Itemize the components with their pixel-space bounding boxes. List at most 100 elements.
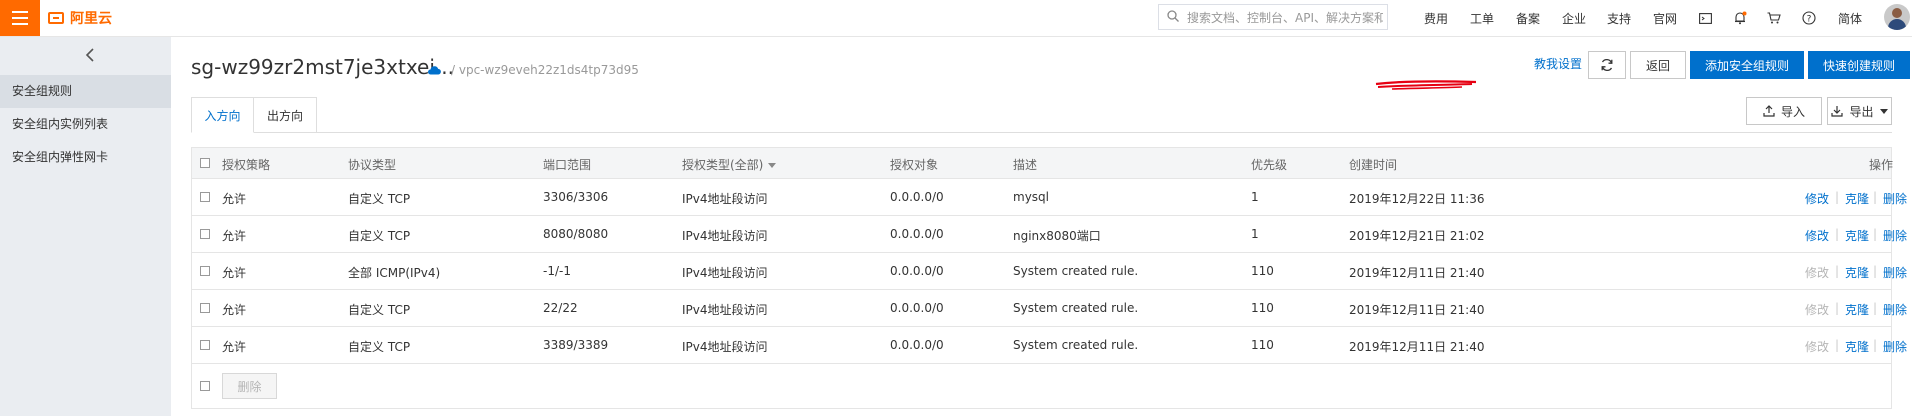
terminal-icon[interactable] bbox=[1696, 9, 1714, 27]
clone-link[interactable]: 克隆 bbox=[1845, 227, 1869, 244]
row-checkbox[interactable] bbox=[200, 266, 210, 276]
col-target: 授权对象 bbox=[890, 158, 939, 172]
aliyun-logo[interactable]: 阿里云 bbox=[48, 8, 112, 28]
nav-icp-label: 备案 bbox=[1516, 11, 1541, 26]
table-row: 允许 全部 ICMP(IPv4) -1/-1 IPv4地址段访问 0.0.0.0/0 Sy… bbox=[192, 253, 1907, 290]
back-button[interactable]: 返回 bbox=[1630, 51, 1686, 79]
cell-desc: nginx8080端口 bbox=[1013, 229, 1101, 243]
action-separator: | bbox=[1873, 338, 1878, 352]
row-checkbox[interactable] bbox=[200, 340, 210, 350]
clone-link[interactable]: 克隆 bbox=[1845, 338, 1869, 355]
svg-text:?: ? bbox=[1807, 14, 1812, 24]
nav-icp[interactable]: 备案 bbox=[1516, 0, 1540, 36]
tab-outbound-label: 出方向 bbox=[266, 108, 303, 123]
batch-delete-button[interactable]: 删除 bbox=[222, 373, 277, 399]
cell-target: 0.0.0.0/0 bbox=[890, 301, 944, 315]
chevron-left-icon[interactable] bbox=[82, 47, 98, 63]
cell-priority: 110 bbox=[1251, 264, 1274, 278]
tab-inbound[interactable]: 入方向 bbox=[191, 97, 254, 133]
table-row: 允许 自定义 TCP 3306/3306 IPv4地址段访问 0.0.0.0/0 mysq… bbox=[192, 179, 1907, 216]
nav-fees[interactable]: 费用 bbox=[1424, 0, 1448, 36]
cell-policy: 允许 bbox=[222, 229, 247, 243]
edit-link: 修改 bbox=[1805, 340, 1830, 354]
cell-port: 22/22 bbox=[543, 301, 578, 315]
cell-auth-type: IPv4地址段访问 bbox=[682, 340, 768, 354]
footer-select-checkbox[interactable] bbox=[200, 381, 210, 391]
clone-link[interactable]: 克隆 bbox=[1845, 190, 1869, 207]
upload-icon bbox=[1763, 105, 1775, 117]
nav-support[interactable]: 支持 bbox=[1607, 0, 1631, 36]
cell-policy: 允许 bbox=[222, 303, 247, 317]
quick-create-rule-button[interactable]: 快速创建规则 bbox=[1808, 51, 1910, 79]
cell-target: 0.0.0.0/0 bbox=[890, 264, 944, 278]
bell-icon[interactable] bbox=[1731, 9, 1749, 27]
delete-link[interactable]: 删除 bbox=[1883, 301, 1907, 318]
nav-official-site[interactable]: 官网 bbox=[1653, 0, 1677, 36]
tab-inbound-label: 入方向 bbox=[204, 108, 241, 123]
table-row: 允许 自定义 TCP 22/22 IPv4地址段访问 0.0.0.0/0 System c… bbox=[192, 290, 1907, 327]
action-separator: | bbox=[1835, 338, 1840, 352]
row-checkbox[interactable] bbox=[200, 303, 210, 313]
help-link[interactable]: 教我设置 bbox=[1534, 55, 1582, 72]
action-separator: | bbox=[1835, 190, 1840, 204]
col-auth-type[interactable]: 授权类型(全部) bbox=[682, 156, 777, 173]
sidebar-item-sg-enis[interactable]: 安全组内弹性网卡 bbox=[0, 141, 171, 174]
sidebar-item-label: 安全组规则 bbox=[12, 84, 73, 98]
clone-link[interactable]: 克隆 bbox=[1845, 301, 1869, 318]
export-button[interactable]: 导出 bbox=[1827, 97, 1892, 125]
search-box[interactable] bbox=[1158, 4, 1388, 30]
rules-table: 授权策略 协议类型 端口范围 授权类型(全部) 授权对象 描述 优先级 创建时间… bbox=[191, 147, 1907, 409]
cell-created: 2019年12月11日 21:40 bbox=[1349, 340, 1485, 354]
delete-link[interactable]: 删除 bbox=[1883, 227, 1907, 244]
cart-icon[interactable] bbox=[1765, 9, 1783, 27]
clone-link[interactable]: 克隆 bbox=[1845, 264, 1869, 281]
import-button[interactable]: 导入 bbox=[1746, 97, 1822, 125]
language-switch[interactable]: 简体 bbox=[1838, 0, 1862, 36]
delete-link[interactable]: 删除 bbox=[1883, 264, 1907, 281]
edit-link[interactable]: 修改 bbox=[1805, 190, 1829, 207]
cell-port: 3306/3306 bbox=[543, 190, 609, 204]
select-all-checkbox[interactable] bbox=[200, 158, 210, 168]
cell-protocol: 自定义 TCP bbox=[348, 229, 411, 243]
cell-desc: System created rule. bbox=[1013, 301, 1139, 315]
menu-icon[interactable] bbox=[0, 0, 40, 36]
refresh-button[interactable] bbox=[1588, 51, 1626, 79]
download-icon bbox=[1831, 106, 1844, 117]
nav-enterprise[interactable]: 企业 bbox=[1562, 0, 1586, 36]
delete-link[interactable]: 删除 bbox=[1883, 190, 1907, 207]
col-actions: 操作 bbox=[1869, 158, 1894, 172]
cell-port: -1/-1 bbox=[543, 264, 571, 278]
cell-auth-type: IPv4地址段访问 bbox=[682, 266, 768, 280]
edit-link: 修改 bbox=[1805, 303, 1830, 317]
vpc-breadcrumb[interactable]: / vpc-wz9eveh22z1ds4tp73d95 bbox=[451, 63, 639, 77]
sidebar-item-sg-rules[interactable]: 安全组规则 bbox=[0, 75, 171, 108]
search-input[interactable] bbox=[1185, 7, 1385, 29]
cell-port: 8080/8080 bbox=[543, 227, 609, 241]
edit-link[interactable]: 修改 bbox=[1805, 227, 1829, 244]
action-separator: | bbox=[1873, 264, 1878, 278]
main-content: sg-wz99zr2mst7je3xtxei... / vpc-wz9eveh2… bbox=[171, 37, 1912, 416]
col-desc: 描述 bbox=[1013, 158, 1038, 172]
nav-official-site-label: 官网 bbox=[1653, 11, 1678, 26]
nav-fees-label: 费用 bbox=[1424, 11, 1449, 26]
col-port: 端口范围 bbox=[543, 158, 592, 172]
tab-outbound[interactable]: 出方向 bbox=[253, 97, 317, 133]
row-checkbox[interactable] bbox=[200, 229, 210, 239]
nav-tickets[interactable]: 工单 bbox=[1470, 0, 1494, 36]
cell-priority: 1 bbox=[1251, 190, 1259, 204]
col-protocol: 协议类型 bbox=[348, 158, 397, 172]
avatar[interactable] bbox=[1884, 4, 1910, 30]
page-title: sg-wz99zr2mst7je3xtxei... bbox=[191, 55, 454, 79]
action-separator: | bbox=[1835, 264, 1840, 278]
caret-down-icon bbox=[1879, 108, 1888, 114]
sidebar-item-sg-instances[interactable]: 安全组内实例列表 bbox=[0, 108, 171, 141]
add-rule-button[interactable]: 添加安全组规则 bbox=[1690, 51, 1804, 79]
tabs-divider bbox=[191, 132, 1892, 133]
help-icon[interactable]: ? bbox=[1800, 9, 1818, 27]
delete-link[interactable]: 删除 bbox=[1883, 338, 1907, 355]
row-checkbox[interactable] bbox=[200, 192, 210, 202]
cell-protocol: 全部 ICMP(IPv4) bbox=[348, 266, 441, 280]
language-label: 简体 bbox=[1838, 11, 1863, 26]
nav-support-label: 支持 bbox=[1607, 11, 1632, 26]
export-label: 导出 bbox=[1849, 104, 1874, 119]
